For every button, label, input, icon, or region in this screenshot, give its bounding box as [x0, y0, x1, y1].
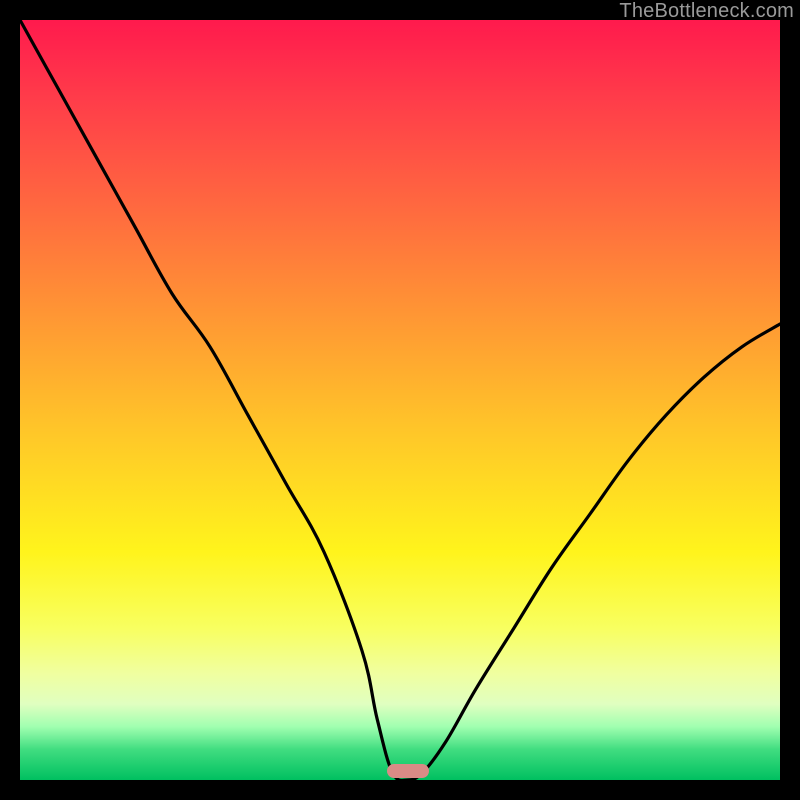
bottleneck-curve — [20, 20, 780, 780]
plot-area — [20, 20, 780, 780]
chart-frame: TheBottleneck.com — [0, 0, 800, 800]
watermark-text: TheBottleneck.com — [619, 0, 794, 23]
curve-svg — [20, 20, 780, 780]
optimal-marker — [387, 764, 429, 778]
